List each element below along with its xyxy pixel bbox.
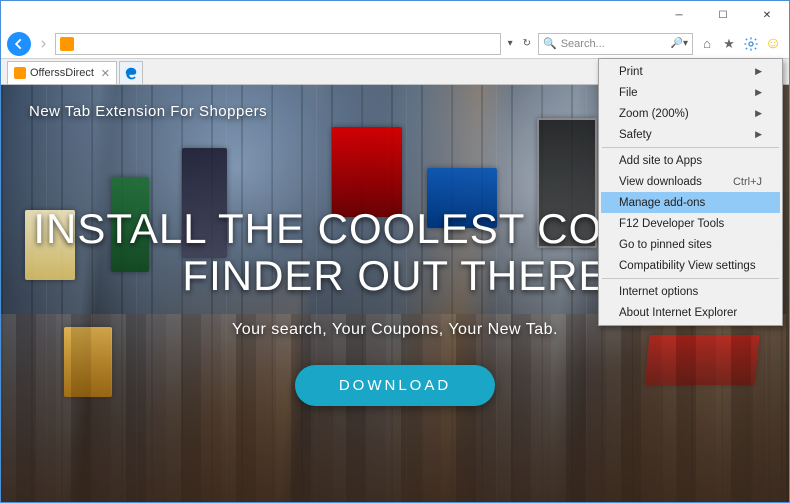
- search-icon: 🔍: [543, 37, 557, 50]
- tagline-text: New Tab Extension For Shoppers: [29, 103, 267, 120]
- menu-about-internet-explorer[interactable]: About Internet Explorer: [601, 302, 780, 323]
- menu-print[interactable]: Print▶: [601, 61, 780, 82]
- download-button[interactable]: DOWNLOAD: [295, 365, 495, 406]
- submenu-arrow-icon: ▶: [755, 66, 762, 77]
- favorites-icon[interactable]: ★: [719, 34, 739, 54]
- shortcut-label: Ctrl+J: [733, 176, 762, 188]
- menu-manage-add-ons[interactable]: Manage add-ons: [601, 192, 780, 213]
- navigation-bar: ▾ ↻ 🔍 Search... 🔎▾ ⌂ ★ ☺ Print▶ File▶ Zo…: [1, 29, 789, 59]
- maximize-button[interactable]: ☐: [701, 1, 745, 29]
- search-dropdown-icon[interactable]: 🔎▾: [671, 38, 688, 49]
- tab-title: OfferssDirect: [30, 67, 94, 79]
- arrow-left-icon: [12, 37, 26, 51]
- browser-window: ─ ☐ ✕ ▾ ↻ 🔍 Search... 🔎▾ ⌂ ★ ☺: [0, 0, 790, 503]
- tab-favicon: [14, 67, 26, 79]
- edge-icon: [124, 66, 138, 80]
- menu-view-downloads[interactable]: View downloadsCtrl+J: [601, 171, 780, 192]
- minimize-button[interactable]: ─: [657, 1, 701, 29]
- menu-zoom[interactable]: Zoom (200%)▶: [601, 103, 780, 124]
- menu-safety[interactable]: Safety▶: [601, 124, 780, 145]
- menu-compatibility-view-settings[interactable]: Compatibility View settings: [601, 255, 780, 276]
- toolbar-icons: ⌂ ★ ☺: [697, 34, 783, 54]
- menu-f12-developer-tools[interactable]: F12 Developer Tools: [601, 213, 780, 234]
- address-bar[interactable]: [55, 33, 501, 55]
- site-favicon: [60, 37, 74, 51]
- url-dropdown[interactable]: ▾: [505, 38, 516, 49]
- back-button[interactable]: [7, 32, 31, 56]
- window-titlebar: ─ ☐ ✕: [1, 1, 789, 29]
- feedback-icon[interactable]: ☺: [763, 34, 783, 54]
- menu-go-to-pinned-sites[interactable]: Go to pinned sites: [601, 234, 780, 255]
- refresh-button[interactable]: ↻: [520, 38, 534, 49]
- menu-separator: [602, 147, 779, 148]
- tab-close-icon[interactable]: ✕: [101, 67, 110, 80]
- submenu-arrow-icon: ▶: [755, 87, 762, 98]
- submenu-arrow-icon: ▶: [755, 129, 762, 140]
- new-tab-button[interactable]: [119, 61, 143, 84]
- tools-menu: Print▶ File▶ Zoom (200%)▶ Safety▶ Add si…: [598, 58, 783, 326]
- arrow-right-icon: [38, 39, 48, 49]
- submenu-arrow-icon: ▶: [755, 108, 762, 119]
- close-button[interactable]: ✕: [745, 1, 789, 29]
- menu-internet-options[interactable]: Internet options: [601, 281, 780, 302]
- menu-add-site-to-apps[interactable]: Add site to Apps: [601, 150, 780, 171]
- tab-active[interactable]: OfferssDirect ✕: [7, 61, 117, 84]
- forward-button[interactable]: [35, 32, 51, 56]
- search-box[interactable]: 🔍 Search... 🔎▾: [538, 33, 693, 55]
- menu-file[interactable]: File▶: [601, 82, 780, 103]
- search-placeholder: Search...: [561, 38, 605, 50]
- home-icon[interactable]: ⌂: [697, 34, 717, 54]
- menu-separator: [602, 278, 779, 279]
- subline-text: Your search, Your Coupons, Your New Tab.: [232, 321, 558, 339]
- tools-icon[interactable]: [741, 34, 761, 54]
